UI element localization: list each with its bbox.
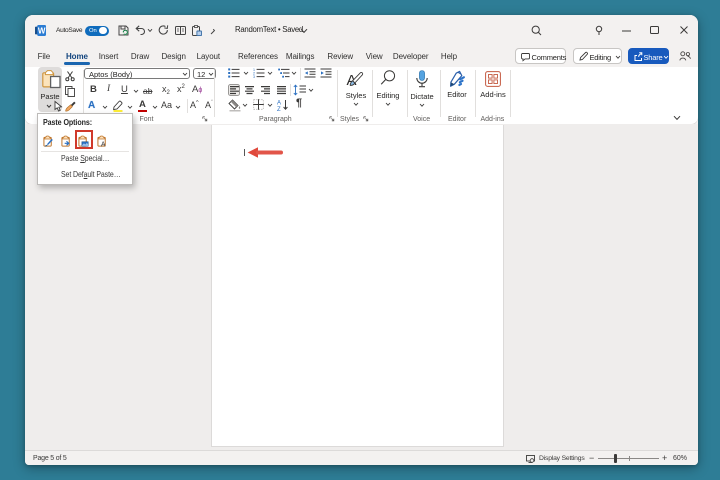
svg-text:A: A: [101, 141, 106, 148]
svg-text:3: 3: [253, 75, 255, 79]
svg-text:Z: Z: [277, 107, 281, 113]
svg-text:A: A: [277, 100, 281, 106]
svg-text:W: W: [38, 26, 46, 35]
